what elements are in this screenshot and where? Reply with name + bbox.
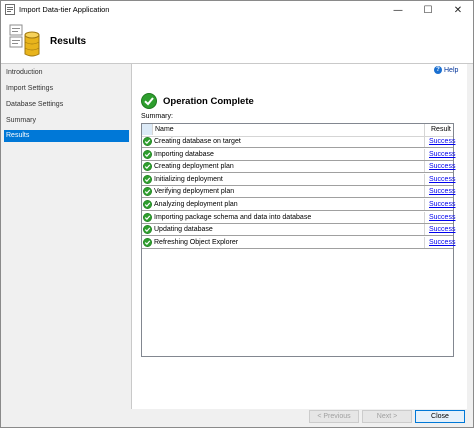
row-divider [424,136,425,147]
operation-complete-icon [141,93,157,109]
success-check-icon [143,187,152,197]
grid-corner-cell [142,124,153,135]
row-result-link[interactable]: Success [429,188,455,195]
row-divider [424,236,425,248]
table-row[interactable]: Creating database on target Success [142,136,455,148]
previous-button[interactable]: < Previous [309,410,359,423]
help-link[interactable]: ? Help [434,66,458,74]
row-divider [424,199,425,210]
window-title: Import Data-tier Application [19,5,110,14]
close-window-button[interactable]: ✕ [443,1,473,19]
table-row[interactable]: Initializing deployment Success [142,173,455,186]
title-bar: Import Data-tier Application — ☐ ✕ [1,1,473,19]
success-check-icon [143,174,152,184]
page-title: Results [50,36,87,47]
success-check-icon [143,212,152,222]
success-check-icon [143,200,152,209]
column-divider[interactable] [424,124,425,136]
column-header-result[interactable]: Result [431,126,451,133]
row-step-name: Creating deployment plan [154,163,234,171]
success-check-icon [143,237,152,247]
table-row[interactable]: Importing package schema and data into d… [142,211,455,224]
import-data-tier-dialog: Import Data-tier Application — ☐ ✕ Resul… [0,0,474,428]
sidebar-item-database-settings[interactable]: Database Settings [4,99,129,111]
minimize-button[interactable]: — [383,1,413,19]
row-step-name: Initializing deployment [154,175,223,183]
row-result-link[interactable]: Success [429,176,455,183]
row-step-name: Refreshing Object Explorer [154,238,239,246]
row-divider [424,148,425,160]
sidebar-item-import-settings[interactable]: Import Settings [4,83,129,95]
table-row[interactable]: Importing database Success [142,148,455,161]
row-step-name: Updating database [154,226,213,234]
help-label: Help [444,66,459,74]
row-step-name: Analyzing deployment plan [154,201,238,208]
maximize-button[interactable]: ☐ [413,1,443,19]
table-row[interactable]: Updating database Success [142,224,455,237]
row-result-link[interactable]: Success [429,201,455,208]
next-button[interactable]: Next > [362,410,412,423]
row-divider [424,211,425,223]
row-step-name: Importing database [154,150,214,158]
results-grid: Name Result Creating database on target S… [141,123,455,357]
page-header: Results [1,19,473,64]
column-header-name[interactable]: Name [155,126,174,133]
row-result-link[interactable]: Success [429,239,455,246]
table-row[interactable]: Verifying deployment plan Success [142,186,455,199]
sidebar-item-results[interactable]: Results [4,130,129,142]
row-step-name: Importing package schema and data into d… [154,213,312,221]
summary-label: Summary: [141,113,173,120]
table-row[interactable]: Analyzing deployment plan Success [142,199,455,211]
row-step-name: Verifying deployment plan [154,188,235,196]
results-panel: ? Help Operation Complete Summary: Name R… [132,64,473,409]
row-result-link[interactable]: Success [429,151,455,158]
row-result-link[interactable]: Success [429,138,455,145]
panel-scrollbar[interactable] [467,64,473,409]
data-tier-application-icon [7,23,41,59]
app-icon [5,4,15,15]
sidebar-item-summary[interactable]: Summary [4,115,129,127]
success-check-icon [143,149,152,159]
table-row[interactable]: Creating deployment plan Success [142,161,455,174]
row-result-link[interactable]: Success [429,163,455,170]
success-check-icon [143,225,152,235]
success-check-icon [143,137,152,146]
row-result-link[interactable]: Success [429,226,455,233]
close-button[interactable]: Close [415,410,465,423]
row-divider [424,161,425,173]
row-step-name: Creating database on target [154,138,241,145]
wizard-steps-sidebar: Introduction Import Settings Database Se… [1,64,130,409]
row-divider [424,224,425,236]
row-result-link[interactable]: Success [429,214,455,221]
row-divider [424,186,425,198]
wizard-footer: < Previous Next > Close [1,409,473,427]
row-divider [424,173,425,185]
help-icon: ? [434,66,442,74]
success-check-icon [143,162,152,172]
table-row[interactable]: Refreshing Object Explorer Success [142,236,455,249]
sidebar-item-introduction[interactable]: Introduction [4,67,129,79]
operation-status-title: Operation Complete [163,96,254,107]
